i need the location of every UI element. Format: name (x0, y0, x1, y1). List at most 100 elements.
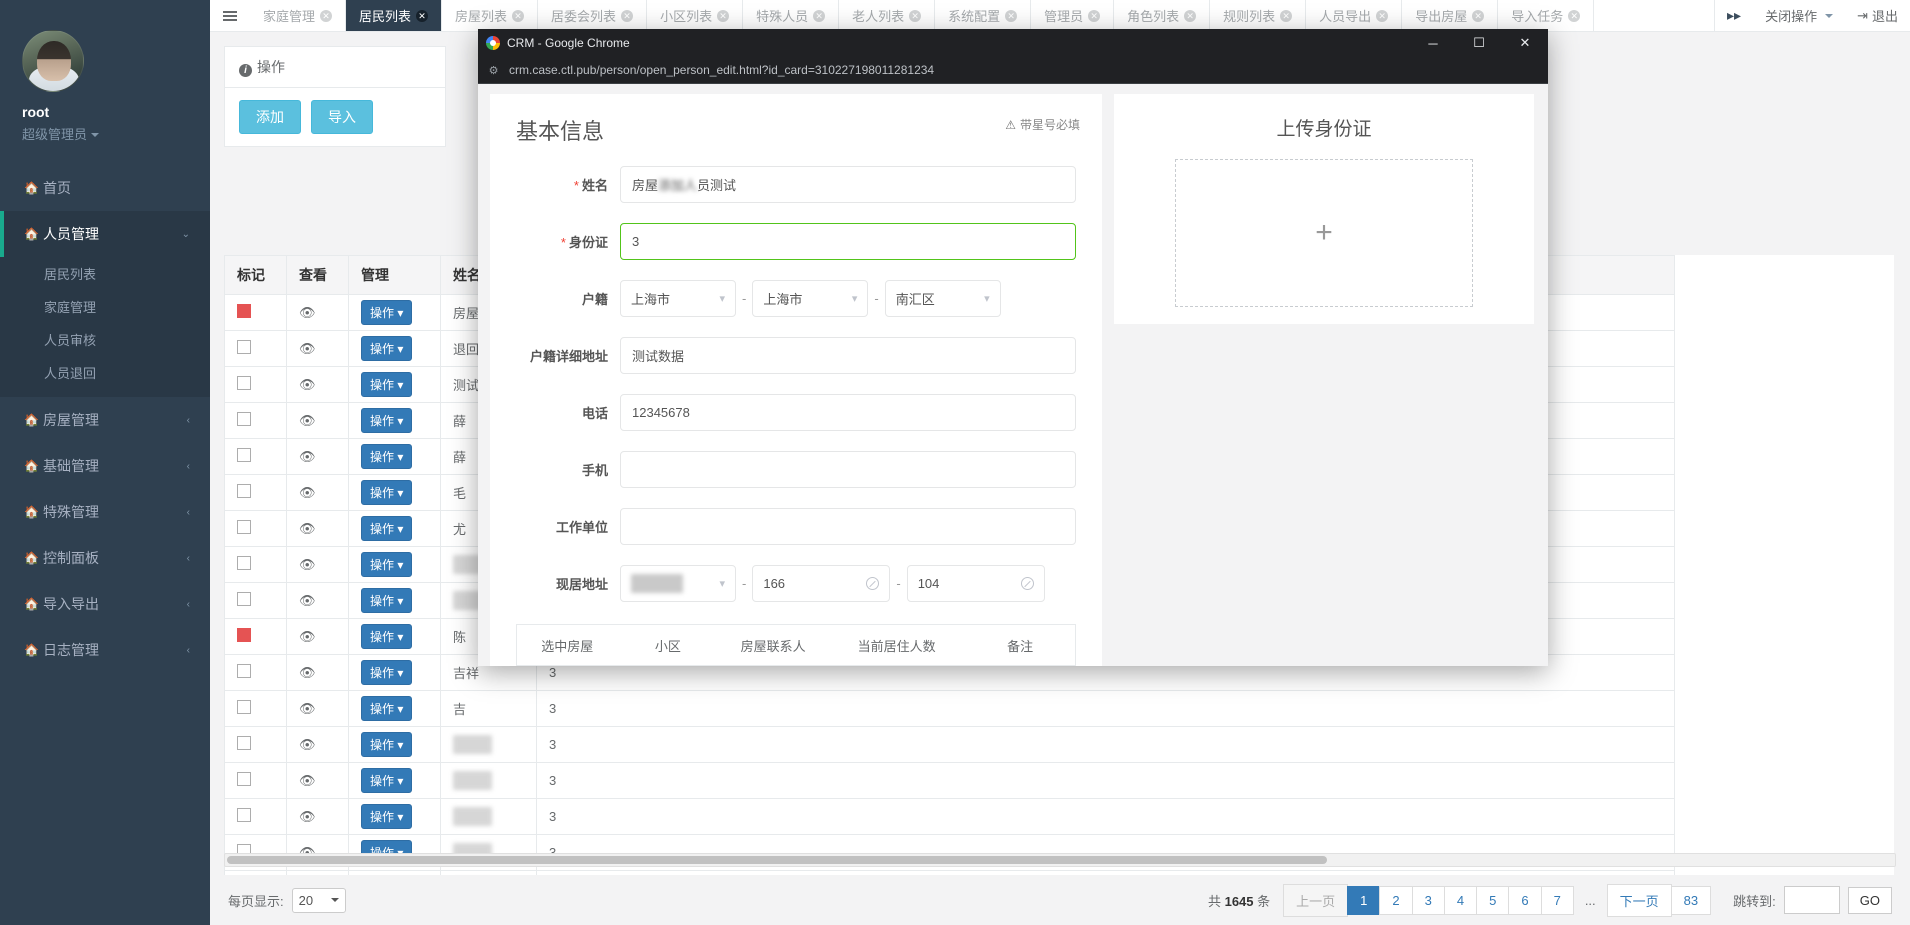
row-operation-button[interactable]: 操作 ▾ (361, 300, 413, 325)
tab-person-export[interactable]: 人员导出 ✕ (1306, 0, 1403, 31)
close-icon[interactable]: ✕ (1280, 9, 1293, 22)
row-operation-button[interactable]: 操作 ▾ (361, 732, 413, 757)
row-checkbox[interactable] (237, 808, 251, 822)
eye-icon[interactable]: 👁 (299, 557, 316, 572)
sidebar-link-basic-mgmt[interactable]: 🏠 基础管理 ‹ (0, 443, 210, 489)
table-row[interactable]: 👁 操作 ▾ 吉 3 (224, 690, 1675, 727)
next-page-button[interactable]: 下一页 (1606, 883, 1672, 917)
eye-icon[interactable]: 👁 (299, 305, 316, 320)
sidebar-link-control-panel[interactable]: 🏠 控制面板 ‹ (0, 535, 210, 581)
page-2-button[interactable]: 2 (1379, 885, 1413, 915)
eye-icon[interactable]: 👁 (299, 773, 316, 788)
row-checkbox[interactable] (237, 556, 251, 570)
tab-special-person[interactable]: 特殊人员 ✕ (743, 0, 840, 31)
sidebar-item-resident-list[interactable]: 居民列表 (0, 257, 210, 290)
double-chevron-right-icon[interactable]: ▸▸ (1715, 0, 1753, 31)
current-address-room-select[interactable]: 104 (906, 565, 1045, 602)
sidebar-item-import-export[interactable]: 🏠 导入导出 ‹ (0, 581, 210, 627)
scrollbar-thumb[interactable] (227, 856, 1327, 864)
tab-role-list[interactable]: 角色列表 ✕ (1114, 0, 1211, 31)
close-icon[interactable]: ✕ (621, 9, 634, 22)
page-4-button[interactable]: 4 (1443, 885, 1478, 915)
row-operation-button[interactable]: 操作 ▾ (361, 444, 413, 469)
row-operation-button[interactable]: 操作 ▾ (361, 372, 413, 397)
horizontal-scrollbar[interactable] (224, 853, 1896, 867)
minimize-button[interactable]: ─ (1410, 29, 1456, 57)
close-icon[interactable]: ✕ (320, 9, 333, 22)
sidebar-item-person-audit[interactable]: 人员审核 (0, 323, 210, 356)
eye-icon[interactable]: 👁 (299, 413, 316, 428)
per-page-select[interactable]: 20 (291, 887, 347, 913)
phone-input[interactable]: 12345678 (620, 394, 1076, 431)
row-checkbox[interactable] (237, 340, 251, 354)
tab-export-house[interactable]: 导出房屋 ✕ (1402, 0, 1499, 31)
chrome-title-bar[interactable]: CRM - Google Chrome ─ ☐ ✕ (478, 29, 1548, 57)
row-checkbox[interactable] (237, 376, 251, 390)
close-icon[interactable]: ✕ (1005, 9, 1018, 22)
sidebar-link-home[interactable]: 🏠 首页 (0, 165, 210, 211)
close-icon[interactable]: ✕ (1568, 9, 1581, 22)
table-row[interactable]: 👁 操作 ▾ 姓名隐 3 (224, 726, 1675, 763)
tab-elderly-list[interactable]: 老人列表 ✕ (839, 0, 936, 31)
chrome-url-bar[interactable]: ⚙ crm.case.ctl.pub/person/open_person_ed… (478, 57, 1548, 84)
eye-icon[interactable]: 👁 (299, 521, 316, 536)
sidebar-item-home[interactable]: 🏠 首页 (0, 165, 210, 211)
row-operation-button[interactable]: 操作 ▾ (361, 408, 413, 433)
user-role[interactable]: 超级管理员 (22, 124, 210, 143)
maximize-button[interactable]: ☐ (1456, 29, 1502, 57)
row-operation-button[interactable]: 操作 ▾ (361, 336, 413, 361)
clear-icon[interactable] (866, 577, 880, 590)
close-ops-button[interactable]: 关闭操作 (1753, 0, 1845, 31)
close-icon[interactable]: ✕ (717, 9, 730, 22)
row-operation-button[interactable]: 操作 ▾ (361, 660, 413, 685)
page-7-button[interactable]: 7 (1540, 885, 1574, 915)
jump-input[interactable] (1783, 886, 1840, 914)
sidebar-profile[interactable]: root 超级管理员 (0, 12, 210, 165)
page-3-button[interactable]: 3 (1411, 885, 1445, 915)
go-button[interactable]: GO (1847, 886, 1892, 914)
page-5-button[interactable]: 5 (1476, 885, 1510, 915)
close-icon[interactable]: ✕ (1088, 9, 1101, 22)
last-page-button[interactable]: 83 (1670, 885, 1712, 915)
tab-admin[interactable]: 管理员 ✕ (1031, 0, 1115, 31)
logout-button[interactable]: ⇥ 退出 (1845, 0, 1910, 31)
eye-icon[interactable]: 👁 (299, 377, 316, 392)
sidebar-item-special-mgmt[interactable]: 🏠 特殊管理 ‹ (0, 489, 210, 535)
row-operation-button[interactable]: 操作 ▾ (361, 552, 413, 577)
eye-icon[interactable]: 👁 (299, 485, 316, 500)
sidebar-link-special-mgmt[interactable]: 🏠 特殊管理 ‹ (0, 489, 210, 535)
upload-dropzone[interactable]: + (1175, 159, 1473, 307)
import-button[interactable]: 导入 (311, 100, 373, 134)
row-checkbox[interactable] (237, 700, 251, 714)
tab-rule-list[interactable]: 规则列表 ✕ (1210, 0, 1307, 31)
sidebar-item-log-mgmt[interactable]: 🏠 日志管理 ‹ (0, 627, 210, 673)
hamburger-icon[interactable] (210, 0, 250, 31)
add-button[interactable]: 添加 (239, 100, 301, 134)
hukou-city-select[interactable]: 上海市 ▾ (752, 280, 869, 317)
prev-page-button[interactable]: 上一页 (1283, 883, 1349, 917)
row-operation-button[interactable]: 操作 ▾ (361, 696, 413, 721)
eye-icon[interactable]: 👁 (299, 665, 316, 680)
current-address-community-select[interactable]: 某某小区 ▾ (620, 565, 736, 602)
table-row[interactable]: 👁 操作 ▾ 姓名隐 3 (224, 762, 1675, 799)
tab-family-mgmt[interactable]: 家庭管理 ✕ (250, 0, 347, 31)
row-operation-button[interactable]: 操作 ▾ (361, 804, 413, 829)
mark-flag-red[interactable] (237, 628, 251, 642)
sidebar-item-family-mgmt[interactable]: 家庭管理 (0, 290, 210, 323)
idcard-input[interactable]: 3 (620, 223, 1076, 260)
sidebar-item-personnel[interactable]: 🏠 人员管理 ⌄ 居民列表 家庭管理 人员审核 人员退回 (0, 211, 210, 397)
tab-system-config[interactable]: 系统配置 ✕ (935, 0, 1032, 31)
mark-flag-red[interactable] (237, 304, 251, 318)
current-address-building-select[interactable]: 166 (752, 565, 891, 602)
clear-icon[interactable] (1020, 577, 1034, 590)
sidebar-item-control-panel[interactable]: 🏠 控制面板 ‹ (0, 535, 210, 581)
close-icon[interactable]: ✕ (1472, 9, 1485, 22)
row-checkbox[interactable] (237, 412, 251, 426)
page-1-button[interactable]: 1 (1347, 885, 1381, 915)
row-checkbox[interactable] (237, 520, 251, 534)
close-button[interactable]: ✕ (1502, 29, 1548, 57)
sidebar-link-personnel[interactable]: 🏠 人员管理 ⌄ (0, 211, 210, 257)
eye-icon[interactable]: 👁 (299, 809, 316, 824)
tab-community-list[interactable]: 小区列表 ✕ (647, 0, 744, 31)
eye-icon[interactable]: 👁 (299, 737, 316, 752)
